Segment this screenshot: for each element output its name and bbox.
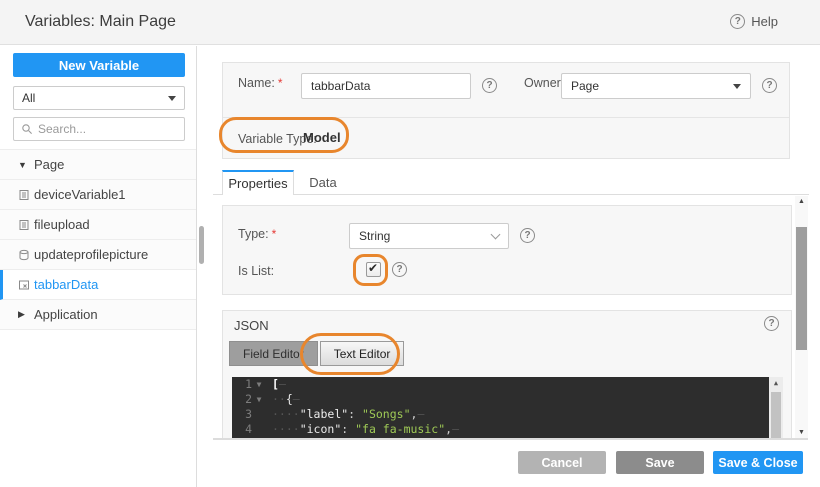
variable-form-panel: Name: * Owner: * Page Variable Type: Mod… [222, 62, 790, 159]
code-fold-icon[interactable]: ▼ [252, 392, 266, 407]
code-text: ····"icon": "fa fa-music",– [272, 422, 459, 436]
search-icon [22, 124, 32, 134]
code-text: ····"label": "Songs",– [272, 407, 425, 421]
code-line: 4 ····"icon": "fa fa-music",– [232, 422, 783, 437]
help-label: Help [751, 14, 778, 29]
properties-scroll-area: Type: * String Is List: JSON Field Edito… [213, 195, 794, 438]
device-variable-icon [18, 219, 30, 231]
owner-select[interactable]: Page [561, 73, 751, 99]
search-input[interactable] [38, 122, 177, 136]
is-list-label: Is List: [238, 264, 275, 278]
variable-filter-select[interactable]: All [13, 86, 185, 110]
line-number: 2 [245, 392, 252, 406]
tree-item-tabbardata[interactable]: tabbarData [0, 270, 196, 300]
is-list-help-icon[interactable] [392, 262, 407, 277]
tree-item-devicevariable1[interactable]: deviceVariable1 [0, 180, 196, 210]
tree-item-application[interactable]: ▶ Application [0, 300, 196, 330]
filter-value: All [22, 91, 36, 105]
type-help-icon[interactable] [520, 228, 535, 243]
field-editor-button[interactable]: Field Editor [229, 341, 318, 366]
line-number: 4 [245, 422, 252, 436]
name-label: Name: [238, 76, 275, 90]
cancel-button[interactable]: Cancel [518, 451, 606, 474]
save-and-close-button[interactable]: Save & Close [713, 451, 803, 474]
sidebar-scrollbar-thumb[interactable] [199, 226, 204, 264]
chevron-down-icon [490, 229, 501, 239]
new-variable-button[interactable]: New Variable [13, 53, 185, 77]
scroll-up-icon[interactable]: ▲ [769, 377, 783, 389]
search-box [13, 117, 185, 141]
editor-scrollbar-thumb[interactable] [771, 392, 781, 438]
json-section-title: JSON [234, 318, 269, 333]
caret-down-icon [733, 83, 741, 89]
tree-item-label: Application [34, 307, 98, 322]
is-list-checkbox[interactable] [366, 261, 381, 277]
code-area: 1 ▼ [– 2 ▼ ··{– 3 ····"label": "Songs",– 4 ····"i… [232, 377, 783, 437]
name-input[interactable] [301, 73, 471, 99]
code-fold-spacer [252, 422, 266, 437]
json-panel: JSON Field EditorText Editor 1▼[–2▼··{–3… [222, 310, 792, 438]
tree-item-page[interactable]: ▼ Page [0, 150, 196, 180]
device-variable-icon [18, 189, 30, 201]
line-number: 3 [245, 407, 252, 421]
caret-down-icon [168, 95, 176, 101]
form-divider [223, 117, 789, 118]
content-cut-edge [213, 438, 808, 440]
type-required-marker: * [271, 227, 277, 241]
variables-tree: ▼ Page deviceVariable1 fileupload updateprof… [0, 149, 196, 330]
code-line: 1 ▼ [– [232, 377, 783, 392]
code-line: 2 ▼ ··{– [232, 392, 783, 407]
tree-item-label: fileupload [34, 217, 90, 232]
code-text: ··{– [272, 392, 300, 406]
json-text-editor[interactable]: 1 ▼ [– 2 ▼ ··{– 3 ····"label": "Songs",– 4 ····"i… [232, 377, 783, 438]
help-link[interactable]: Help [730, 14, 778, 29]
save-button[interactable]: Save [616, 451, 704, 474]
code-fold-spacer [252, 407, 266, 422]
text-editor-button[interactable]: Text Editor [319, 341, 405, 366]
scroll-down-icon[interactable]: ▼ [795, 429, 808, 436]
tree-item-updateprofilepicture[interactable]: updateprofilepicture [0, 240, 196, 270]
main-scrollbar[interactable]: ▲ ▼ [795, 196, 808, 438]
editor-scrollbar[interactable]: ▲ [769, 377, 783, 438]
model-variable-icon [18, 279, 30, 291]
main-scrollbar-thumb[interactable] [796, 227, 807, 350]
properties-panel: Type: * String Is List: [222, 205, 792, 295]
tree-item-fileupload[interactable]: fileupload [0, 210, 196, 240]
variables-dialog: Variables: Main Page Help New Variable A… [0, 0, 820, 487]
page-title: Variables: Main Page [25, 13, 176, 30]
code-text: [– [272, 377, 286, 391]
type-select[interactable]: String [349, 223, 509, 249]
tree-item-label: updateprofilepicture [34, 247, 149, 262]
chevron-right-icon: ▶ [18, 309, 25, 319]
type-label: Type: [238, 227, 269, 241]
json-editor-mode-group: Field Editor Text Editor [229, 341, 405, 366]
tree-item-label: deviceVariable1 [34, 187, 126, 202]
tab-data[interactable]: Data [300, 170, 346, 195]
line-number: 1 [245, 377, 252, 391]
code-fold-icon[interactable]: ▼ [252, 377, 266, 392]
tree-item-label: Page [34, 157, 65, 172]
owner-label: Owner: [524, 76, 565, 90]
dialog-header: Variables: Main Page Help [0, 0, 820, 45]
service-variable-icon [18, 249, 30, 261]
variable-type-value: Model [303, 130, 341, 145]
owner-help-icon[interactable] [762, 78, 777, 93]
tab-properties[interactable]: Properties [222, 170, 294, 195]
json-help-icon[interactable] [764, 316, 779, 331]
chevron-down-icon: ▼ [18, 159, 27, 170]
variables-sidebar: New Variable All ▼ Page deviceVariable1 fil… [0, 46, 204, 487]
tree-item-label: tabbarData [34, 277, 99, 292]
type-value: String [359, 229, 391, 243]
name-help-icon[interactable] [482, 78, 497, 93]
code-line: 3 ····"label": "Songs",– [232, 407, 783, 422]
name-required-marker: * [277, 76, 283, 90]
scroll-up-icon[interactable]: ▲ [795, 198, 808, 205]
owner-value: Page [571, 79, 600, 93]
help-icon [730, 14, 746, 29]
